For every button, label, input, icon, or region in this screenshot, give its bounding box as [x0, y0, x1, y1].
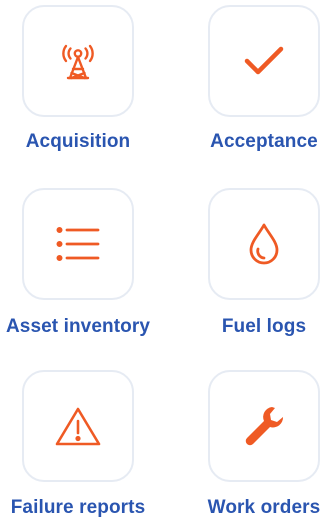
- acquisition-label: Acquisition: [25, 131, 131, 152]
- failure-reports-label: Failure reports: [10, 497, 146, 518]
- work-orders-label: Work orders: [207, 497, 321, 518]
- asset-inventory-tile[interactable]: [22, 188, 134, 300]
- fuel-logs-label: Fuel logs: [221, 316, 307, 337]
- list-icon: [56, 227, 100, 261]
- acquisition-tile[interactable]: [22, 5, 134, 117]
- fuel-drop-icon: [249, 223, 279, 265]
- antenna-tower-icon: [62, 44, 94, 80]
- fuel-logs-tile[interactable]: [208, 188, 320, 300]
- acceptance-label: Acceptance: [210, 131, 318, 152]
- wrench-icon: [245, 407, 284, 446]
- checkmark-icon: [244, 46, 284, 75]
- warning-triangle-icon: [55, 407, 101, 446]
- asset-inventory-label: Asset inventory: [5, 316, 151, 337]
- work-orders-tile[interactable]: [208, 370, 320, 482]
- acceptance-tile[interactable]: [208, 5, 320, 117]
- failure-reports-tile[interactable]: [22, 370, 134, 482]
